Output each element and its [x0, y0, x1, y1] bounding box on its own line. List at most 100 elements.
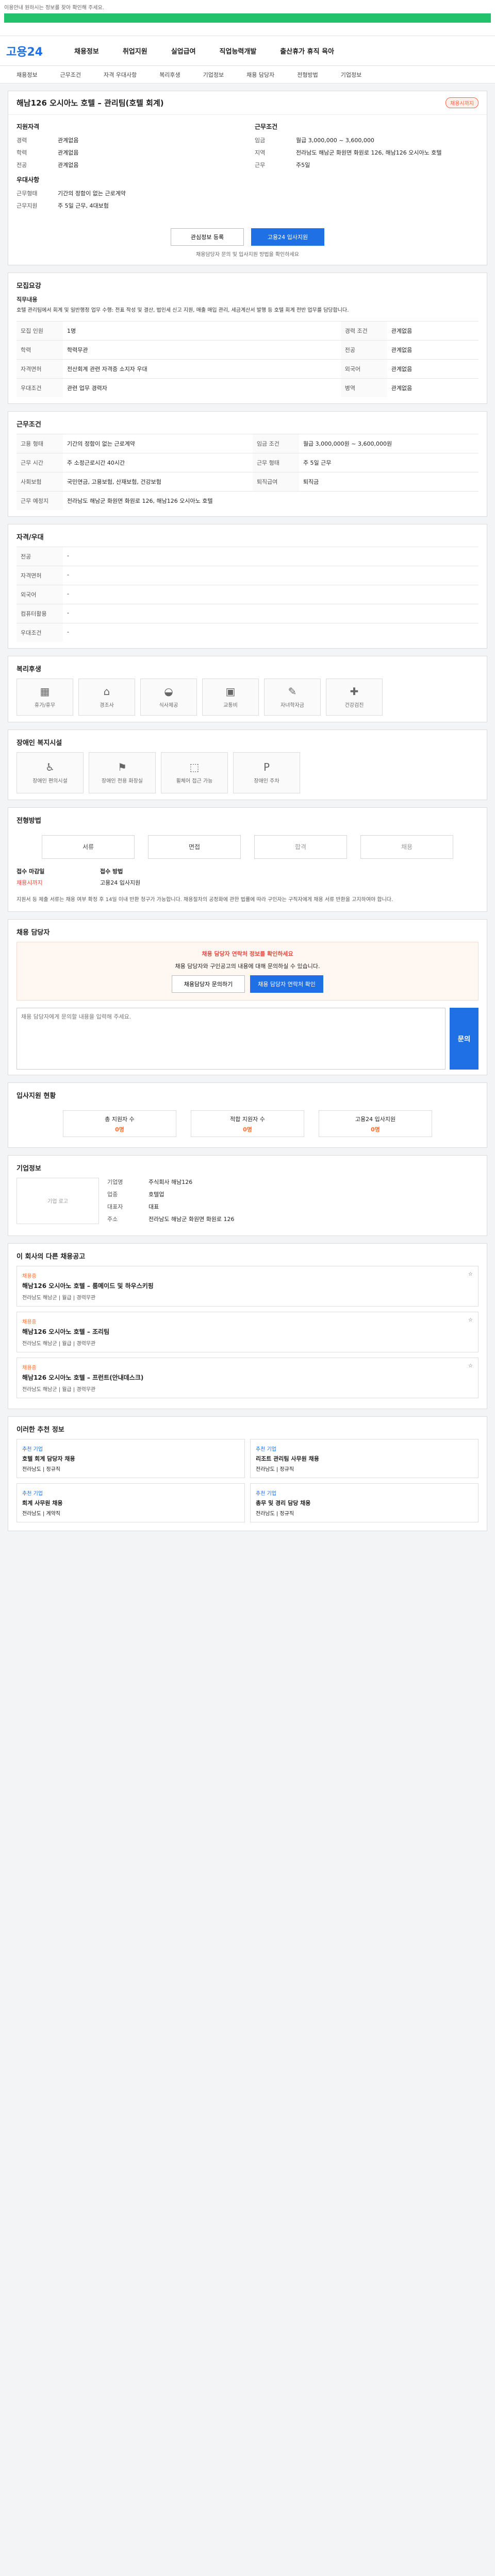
related-job[interactable]: ☆ 채용중 해남126 오시아노 호텔 – 조리팀 전라남도 해남군 | 월급 … [16, 1311, 478, 1352]
table-row: 학력 학력무관 전공 관계없음 [16, 340, 478, 359]
recommend-card[interactable]: 추천 기업 리조트 관리팀 사무원 채용 전라남도 | 정규직 [250, 1438, 478, 1478]
disability-label: 휠체어 접근 가능 [176, 778, 213, 784]
table-key: 고용 형태 [16, 433, 63, 453]
related-job[interactable]: ☆ 채용중 해남126 오시아노 호텔 – 룸메이드 및 하우스키핑 전라남도 … [16, 1265, 478, 1307]
send-button[interactable]: 문의 [450, 1007, 478, 1070]
job-name[interactable]: 해남126 오시아노 호텔 – 룸메이드 및 하우스키핑 [22, 1281, 473, 1290]
company-k: 업종 [107, 1191, 118, 1198]
subnav-item-0[interactable]: 채용정보 [16, 71, 37, 79]
company-k: 주소 [107, 1215, 118, 1223]
job-name[interactable]: 해남126 오시아노 호텔 – 프런트(안내데스크) [22, 1373, 473, 1382]
conditions-title: 근무조건 [16, 420, 41, 429]
deadline-title: 접수 마감일 [16, 868, 45, 875]
table-key: 퇴직급여 [252, 471, 299, 491]
recommend-title[interactable]: 리조트 관리팀 사무원 채용 [256, 1454, 473, 1463]
inquiry-textarea[interactable] [16, 1007, 446, 1070]
nav-item-4[interactable]: 출산휴가 휴직 육아 [280, 46, 334, 56]
scrap-button[interactable]: 관심정보 등록 [171, 228, 244, 246]
company-k: 기업명 [107, 1178, 123, 1185]
disability-item: ♿ 장애인 편의시설 [16, 752, 84, 793]
subnav-item-3[interactable]: 복리후생 [159, 71, 180, 79]
company-title: 기업정보 [16, 1164, 41, 1173]
logo[interactable]: 고용24 [0, 43, 62, 59]
qualification-section: 자격/우대 전공 - 자격면허 - 외국어 - 컴퓨터활용 - 우대조건 - [8, 523, 487, 649]
inquiry-title: 채용 담당자 [16, 928, 50, 937]
nav-item-0[interactable]: 채용정보 [74, 46, 99, 56]
recommend-card[interactable]: 추천 기업 호텔 회계 담당자 채용 전라남도 | 정규직 [16, 1438, 245, 1478]
nav-item-3[interactable]: 직업능력개발 [220, 46, 257, 56]
summary-left-head: 지원자격 [16, 123, 40, 130]
table-row: 고용 형태 기간의 정함이 없는 근로계약 임금 조건 월급 3,000,000원 ~… [16, 433, 478, 453]
job-status: 채용중 [22, 1319, 37, 1325]
table-row: 자격면허 - [16, 565, 478, 585]
recommend-card[interactable]: 추천 기업 총무 및 경리 담당 채용 전라남도 | 정규직 [250, 1483, 478, 1522]
right-v-0: 월급 3,000,000 ~ 3,600,000 [296, 137, 374, 144]
benefit-item: ◒ 식사제공 [140, 678, 197, 716]
subnav-item-4[interactable]: 기업정보 [203, 71, 224, 79]
table-value: - [63, 603, 478, 623]
recommend-company: 추천 기업 [22, 1446, 43, 1452]
restroom-icon: ⚑ [118, 761, 127, 773]
job-meta: 전라남도 해남군 | 월급 | 경력무관 [22, 1341, 96, 1347]
table-key: 병역 [340, 378, 387, 397]
subnav-item-5[interactable]: 채용 담당자 [246, 71, 274, 79]
stat-label: 고용24 입사지원 [355, 1115, 396, 1123]
table-value: - [63, 622, 478, 642]
bookmark-icon[interactable]: ☆ [468, 1317, 473, 1323]
recommend-title[interactable]: 호텔 회계 담당자 채용 [22, 1454, 239, 1463]
disability-label: 장애인 주차 [254, 778, 279, 784]
sub-nav: 채용정보 근무조건 자격 우대사항 복리후생 기업정보 채용 담당자 전형방법 … [0, 66, 495, 83]
job-meta: 전라남도 해남군 | 월급 | 경력무관 [22, 1386, 96, 1393]
table-value: 학력무관 [63, 340, 341, 359]
right-k-0: 임금 [255, 137, 266, 144]
recruit-subhead: 직무내용 [16, 296, 38, 303]
recommend-card[interactable]: 추천 기업 회계 사무원 채용 전라남도 | 계약직 [16, 1483, 245, 1522]
step-hire: 채용 [360, 835, 453, 859]
company-v: 주식회사 해남126 [148, 1178, 193, 1185]
welfare-v-1: 주 5일 근무, 4대보험 [58, 202, 109, 209]
apply-button[interactable]: 고용24 입사지원 [251, 228, 324, 246]
recommend-title[interactable]: 회계 사무원 채용 [22, 1499, 239, 1507]
alert-title: 채용 담당자 연락처 정보를 확인하세요 [202, 950, 293, 957]
table-value: 전라남도 해남군 화원면 화원로 126, 해남126 오시아노 호텔 [63, 490, 478, 510]
nav-item-2[interactable]: 실업급여 [171, 46, 196, 56]
step-document: 서류 [42, 835, 135, 859]
bookmark-icon[interactable]: ☆ [468, 1363, 473, 1369]
nav-item-1[interactable]: 취업지원 [123, 46, 147, 56]
recommend-meta: 전라남도 | 정규직 [256, 1466, 294, 1472]
subnav-item-1[interactable]: 근무조건 [60, 71, 80, 79]
school-icon: ✎ [288, 685, 297, 698]
table-row: 컴퓨터활용 - [16, 603, 478, 623]
company-v: 대표 [148, 1203, 159, 1210]
left-v-1: 관계없음 [58, 149, 79, 156]
table-key: 자격면허 [16, 359, 63, 378]
promo-banner[interactable] [4, 13, 491, 23]
subnav-item-7[interactable]: 기업정보 [341, 71, 361, 79]
qualification-table: 전공 - 자격면허 - 외국어 - 컴퓨터활용 - 우대조건 - [16, 546, 478, 642]
table-value: 전산회계 관련 자격증 소지자 우대 [63, 359, 341, 378]
bookmark-icon[interactable]: ☆ [468, 1272, 473, 1277]
inquiry-button[interactable]: 채용담당자 문의하기 [172, 975, 245, 993]
table-key: 모집 인원 [16, 320, 63, 340]
table-value: 관계없음 [387, 320, 478, 340]
welfare-v-0: 기간의 정함이 없는 근로계약 [58, 190, 126, 197]
conditions-table: 고용 형태 기간의 정함이 없는 근로계약 임금 조건 월급 3,000,000원 ~… [16, 433, 478, 510]
disability-section: 장애인 복지시설 ♿ 장애인 편의시설 ⚑ 장애인 전용 화장실 ⬚ 휠체어 접근 가… [8, 729, 487, 800]
job-name[interactable]: 해남126 오시아노 호텔 – 조리팀 [22, 1327, 473, 1336]
related-job[interactable]: ☆ 채용중 해남126 오시아노 호텔 – 프런트(안내데스크) 전라남도 해남… [16, 1357, 478, 1398]
company-logo: 기업 로고 [16, 1177, 99, 1224]
table-value: - [63, 546, 478, 566]
recommend-company: 추천 기업 [256, 1490, 276, 1497]
stat-card: 적합 지원자 수 0명 [191, 1110, 304, 1137]
table-value: 관계없음 [387, 359, 478, 378]
table-value: 주 5일 근무 [299, 452, 478, 472]
contact-button[interactable]: 채용 담당자 연락처 확인 [250, 975, 323, 993]
other-section: 이러한 추천 정보 추천 기업 호텔 회계 담당자 채용 전라남도 | 정규직 추천… [8, 1416, 487, 1531]
subnav-item-2[interactable]: 자격 우대사항 [104, 71, 137, 79]
subnav-item-6[interactable]: 전형방법 [297, 71, 318, 79]
method-section: 전형방법 서류 면접 합격 채용 접수 마감일 채용시까지 접수 방법 고용24… [8, 807, 487, 912]
table-value: 기간의 정함이 없는 근로계약 [63, 433, 253, 453]
method-title: 전형방법 [16, 817, 41, 825]
table-value: 관계없음 [387, 340, 478, 359]
recommend-title[interactable]: 총무 및 경리 담당 채용 [256, 1499, 473, 1507]
